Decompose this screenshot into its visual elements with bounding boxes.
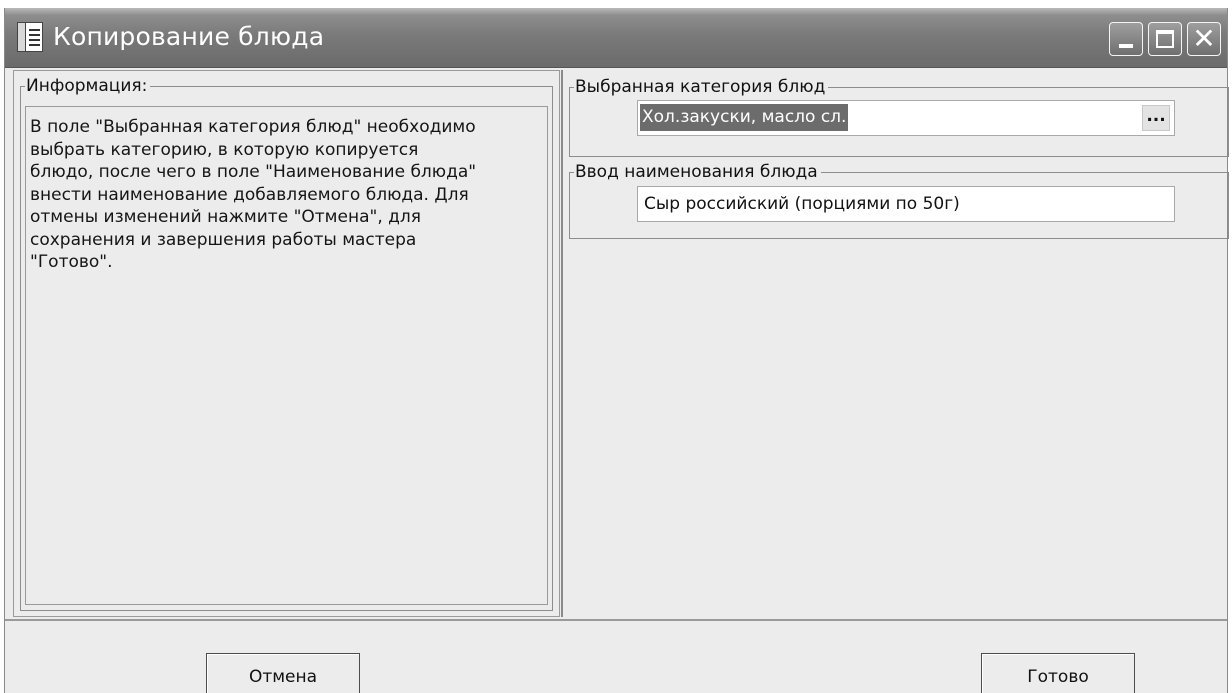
- done-button[interactable]: Готово: [981, 653, 1135, 693]
- category-browse-button[interactable]: ...: [1142, 105, 1170, 131]
- info-text: В поле "Выбранная категория блюд" необхо…: [30, 117, 477, 272]
- minimize-button[interactable]: [1109, 22, 1143, 56]
- dish-name-legend: Ввод наименования блюда: [574, 162, 821, 182]
- close-button[interactable]: ✕: [1187, 22, 1221, 56]
- window-title: Копирование блюда: [53, 22, 325, 51]
- info-text-area: В поле "Выбранная категория блюд" необхо…: [25, 106, 548, 605]
- maximize-icon: [1156, 30, 1174, 48]
- close-icon: ✕: [1192, 22, 1216, 55]
- dish-name-field[interactable]: [637, 186, 1175, 222]
- category-field[interactable]: Хол.закуски, масло сл. ...: [637, 100, 1175, 136]
- document-list-icon: [17, 22, 43, 52]
- form-panel: Выбранная категория блюд Хол.закуски, ма…: [561, 70, 1229, 617]
- title-bar[interactable]: Копирование блюда ✕: [5, 8, 1227, 68]
- button-bar: Отмена Готово: [5, 619, 1227, 693]
- category-legend: Выбранная категория блюд: [574, 77, 829, 97]
- category-value[interactable]: Хол.закуски, масло сл.: [640, 104, 849, 131]
- dialog-window: Копирование блюда ✕ Информация: В поле "…: [4, 8, 1229, 693]
- info-panel: Информация: В поле "Выбранная категория …: [13, 70, 560, 617]
- category-groupbox: Выбранная категория блюд Хол.закуски, ма…: [569, 77, 1229, 157]
- cancel-button[interactable]: Отмена: [206, 653, 360, 693]
- maximize-button[interactable]: [1148, 22, 1182, 56]
- minimize-icon: [1119, 44, 1133, 48]
- info-groupbox: Информация: В поле "Выбранная категория …: [20, 76, 553, 611]
- dish-name-input[interactable]: [638, 187, 1174, 221]
- info-legend: Информация:: [25, 76, 151, 96]
- dish-name-groupbox: Ввод наименования блюда: [569, 162, 1229, 239]
